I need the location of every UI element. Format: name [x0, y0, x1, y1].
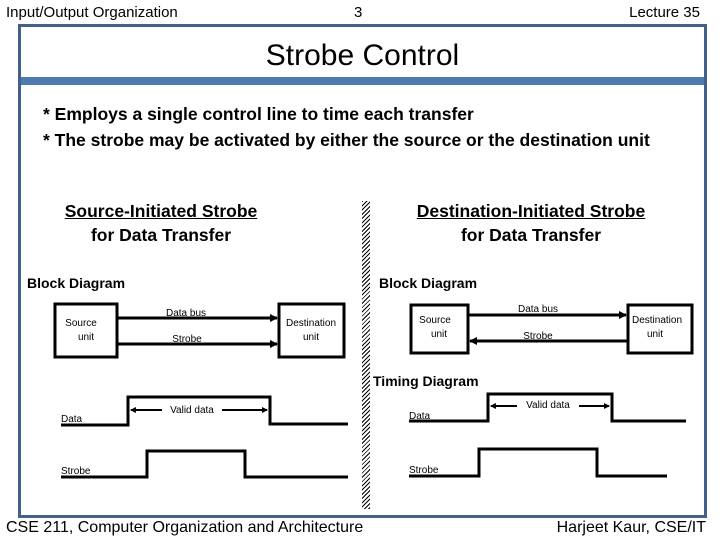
source-initiated-block-diagram: Source unit Destination unit Data bus St…	[53, 302, 346, 359]
destination-initiated-block-diagram: Source unit Destination unit Data bus St…	[409, 303, 694, 355]
strobe-waveform	[61, 449, 348, 479]
source-initiated-timing-diagram: Data Valid data Strobe	[61, 395, 348, 479]
source-unit-label-2: unit	[78, 332, 94, 343]
destination-unit-label-2: unit	[647, 329, 663, 340]
source-unit-label-1: Source	[419, 315, 451, 326]
source-unit-box	[53, 302, 119, 359]
valid-data-label: Valid data	[170, 405, 214, 416]
footer-author: Harjeet Kaur, CSE/IT	[556, 519, 706, 536]
diagrams: Source unit Destination unit Data bus St…	[53, 302, 694, 479]
data-bus-label: Data bus	[518, 304, 558, 315]
strobe-waveform	[409, 447, 667, 478]
strobe-label: Strobe	[523, 331, 553, 342]
destination-initiated-timing-diagram: Data Valid data Strobe	[409, 392, 686, 478]
data-waveform-label: Data	[61, 414, 83, 425]
strobe-waveform-label: Strobe	[409, 465, 439, 476]
source-unit-label-1: Source	[65, 318, 97, 329]
source-unit-label-2: unit	[431, 329, 447, 340]
destination-unit-label-1: Destination	[632, 315, 682, 326]
destination-unit-label-2: unit	[303, 332, 319, 343]
data-bus-label: Data bus	[166, 308, 206, 319]
strobe-waveform-label: Strobe	[61, 466, 91, 477]
data-waveform-label: Data	[409, 411, 431, 422]
destination-unit-box	[277, 302, 346, 359]
valid-data-label: Valid data	[526, 400, 570, 411]
footer-course: CSE 211, Computer Organization and Archi…	[6, 519, 364, 536]
destination-unit-label-1: Destination	[286, 318, 336, 329]
strobe-label: Strobe	[172, 334, 202, 345]
